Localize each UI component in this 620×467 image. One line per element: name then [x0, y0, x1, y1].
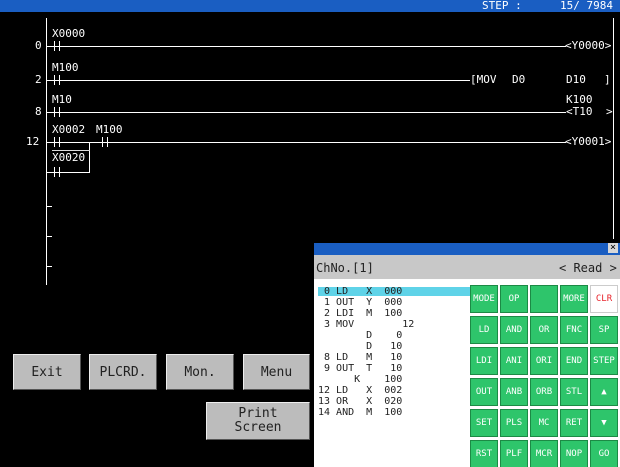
key-set[interactable]: SET: [470, 409, 498, 437]
key-ld[interactable]: LD: [470, 316, 498, 344]
key-more[interactable]: MORE: [560, 285, 588, 313]
key-anb[interactable]: ANB: [500, 378, 528, 406]
instruction-line[interactable]: 12 LD X 002: [318, 386, 470, 396]
exit-button[interactable]: Exit: [13, 354, 81, 390]
rung-stub: [46, 206, 52, 207]
key-up-icon[interactable]: ▲: [590, 378, 618, 406]
timer-coil-label: <T10: [566, 105, 593, 118]
key-or[interactable]: OR: [530, 316, 558, 344]
key-nop[interactable]: NOP: [560, 440, 588, 467]
instruction-line[interactable]: D 10: [318, 342, 470, 352]
device-label: X0000: [52, 27, 86, 40]
step-number: 12: [26, 135, 40, 148]
device-label: M100: [96, 123, 123, 136]
instruction-label: [MOV: [470, 73, 497, 86]
instruction-line[interactable]: 14 AND M 100: [318, 408, 470, 418]
step-number: 8: [35, 105, 42, 118]
step-value: 15/ 7984: [560, 0, 613, 12]
key-out[interactable]: OUT: [470, 378, 498, 406]
key-plf[interactable]: PLF: [500, 440, 528, 467]
status-bar: [0, 0, 620, 12]
instruction-line[interactable]: 9 OUT T 10: [318, 364, 470, 374]
instruction-line[interactable]: 13 OR X 020: [318, 397, 470, 407]
rung-wire: [46, 80, 470, 81]
key-op[interactable]: OP: [500, 285, 528, 313]
device-label: M100: [52, 61, 79, 74]
key-clr[interactable]: CLR: [590, 285, 618, 313]
key-orb[interactable]: ORB: [530, 378, 558, 406]
key-fnc[interactable]: FNC: [560, 316, 588, 344]
operand-label: D0: [512, 73, 526, 86]
key-stl[interactable]: STL: [560, 378, 588, 406]
operand-label: D10: [566, 73, 586, 86]
key-rst[interactable]: RST: [470, 440, 498, 467]
key-ret[interactable]: RET: [560, 409, 588, 437]
channel-label: ChNo.[1]: [316, 261, 374, 275]
key-down-icon[interactable]: ▼: [590, 409, 618, 437]
bracket-label: ]: [604, 73, 611, 86]
key-ldi[interactable]: LDI: [470, 347, 498, 375]
instruction-line[interactable]: K 100: [318, 375, 470, 385]
print-screen-button[interactable]: Print Screen: [206, 402, 310, 440]
no-contact-icon: [52, 41, 62, 51]
instruction-line[interactable]: 2 LDI M 100: [318, 309, 470, 319]
key-ani[interactable]: ANI: [500, 347, 528, 375]
instruction-line[interactable]: 8 LD M 10: [318, 353, 470, 363]
bracket-label: >: [606, 105, 613, 118]
cursor-box: [52, 150, 90, 151]
menu-button[interactable]: Menu: [243, 354, 310, 390]
key-go[interactable]: GO: [590, 440, 618, 467]
instruction-line[interactable]: D 0: [318, 331, 470, 341]
rung-wire: [46, 142, 566, 143]
rung-stub: [46, 266, 52, 267]
coil-label: <Y0000>: [565, 39, 612, 52]
key-ori[interactable]: ORI: [530, 347, 558, 375]
no-contact-icon: [52, 167, 62, 177]
rung-stub: [46, 236, 52, 237]
step-label: STEP :: [482, 0, 522, 12]
rung-wire: [46, 46, 566, 47]
instruction-panel: × ChNo.[1] < Read > 0 LD X 000 1 OUT Y 0…: [314, 243, 620, 467]
read-mode-label: < Read >: [559, 261, 617, 275]
key-and[interactable]: AND: [500, 316, 528, 344]
instruction-line[interactable]: 1 OUT Y 000: [318, 298, 470, 308]
panel-header: ChNo.[1] < Read >: [314, 255, 620, 279]
step-number: 0: [35, 39, 42, 52]
key-end[interactable]: END: [560, 347, 588, 375]
no-contact-icon: [52, 137, 62, 147]
key-blank[interactable]: [530, 285, 558, 313]
power-rail: [46, 18, 47, 285]
device-label: X0002: [52, 123, 86, 136]
rung-wire: [46, 112, 566, 113]
key-step[interactable]: STEP: [590, 347, 618, 375]
branch-wire: [89, 142, 90, 173]
coil-label: <Y0001>: [565, 135, 612, 148]
key-mode[interactable]: MODE: [470, 285, 498, 313]
right-rail: [613, 18, 614, 239]
monitor-button[interactable]: Mon.: [166, 354, 234, 390]
key-mcr[interactable]: MCR: [530, 440, 558, 467]
key-mc[interactable]: MC: [530, 409, 558, 437]
no-contact-icon: [100, 137, 110, 147]
device-label: M10: [52, 93, 72, 106]
no-contact-icon: [52, 107, 62, 117]
nc-contact-icon: [52, 75, 62, 85]
instruction-line[interactable]: 0 LD X 000: [318, 287, 470, 297]
plc-read-button[interactable]: PLCRD.: [89, 354, 157, 390]
key-pls[interactable]: PLS: [500, 409, 528, 437]
step-number: 2: [35, 73, 42, 86]
instruction-line[interactable]: 3 MOV 12: [318, 320, 470, 330]
close-icon[interactable]: ×: [608, 243, 618, 253]
panel-title-bar: [314, 243, 620, 255]
device-label: X0020: [52, 151, 86, 164]
key-sp[interactable]: SP: [590, 316, 618, 344]
